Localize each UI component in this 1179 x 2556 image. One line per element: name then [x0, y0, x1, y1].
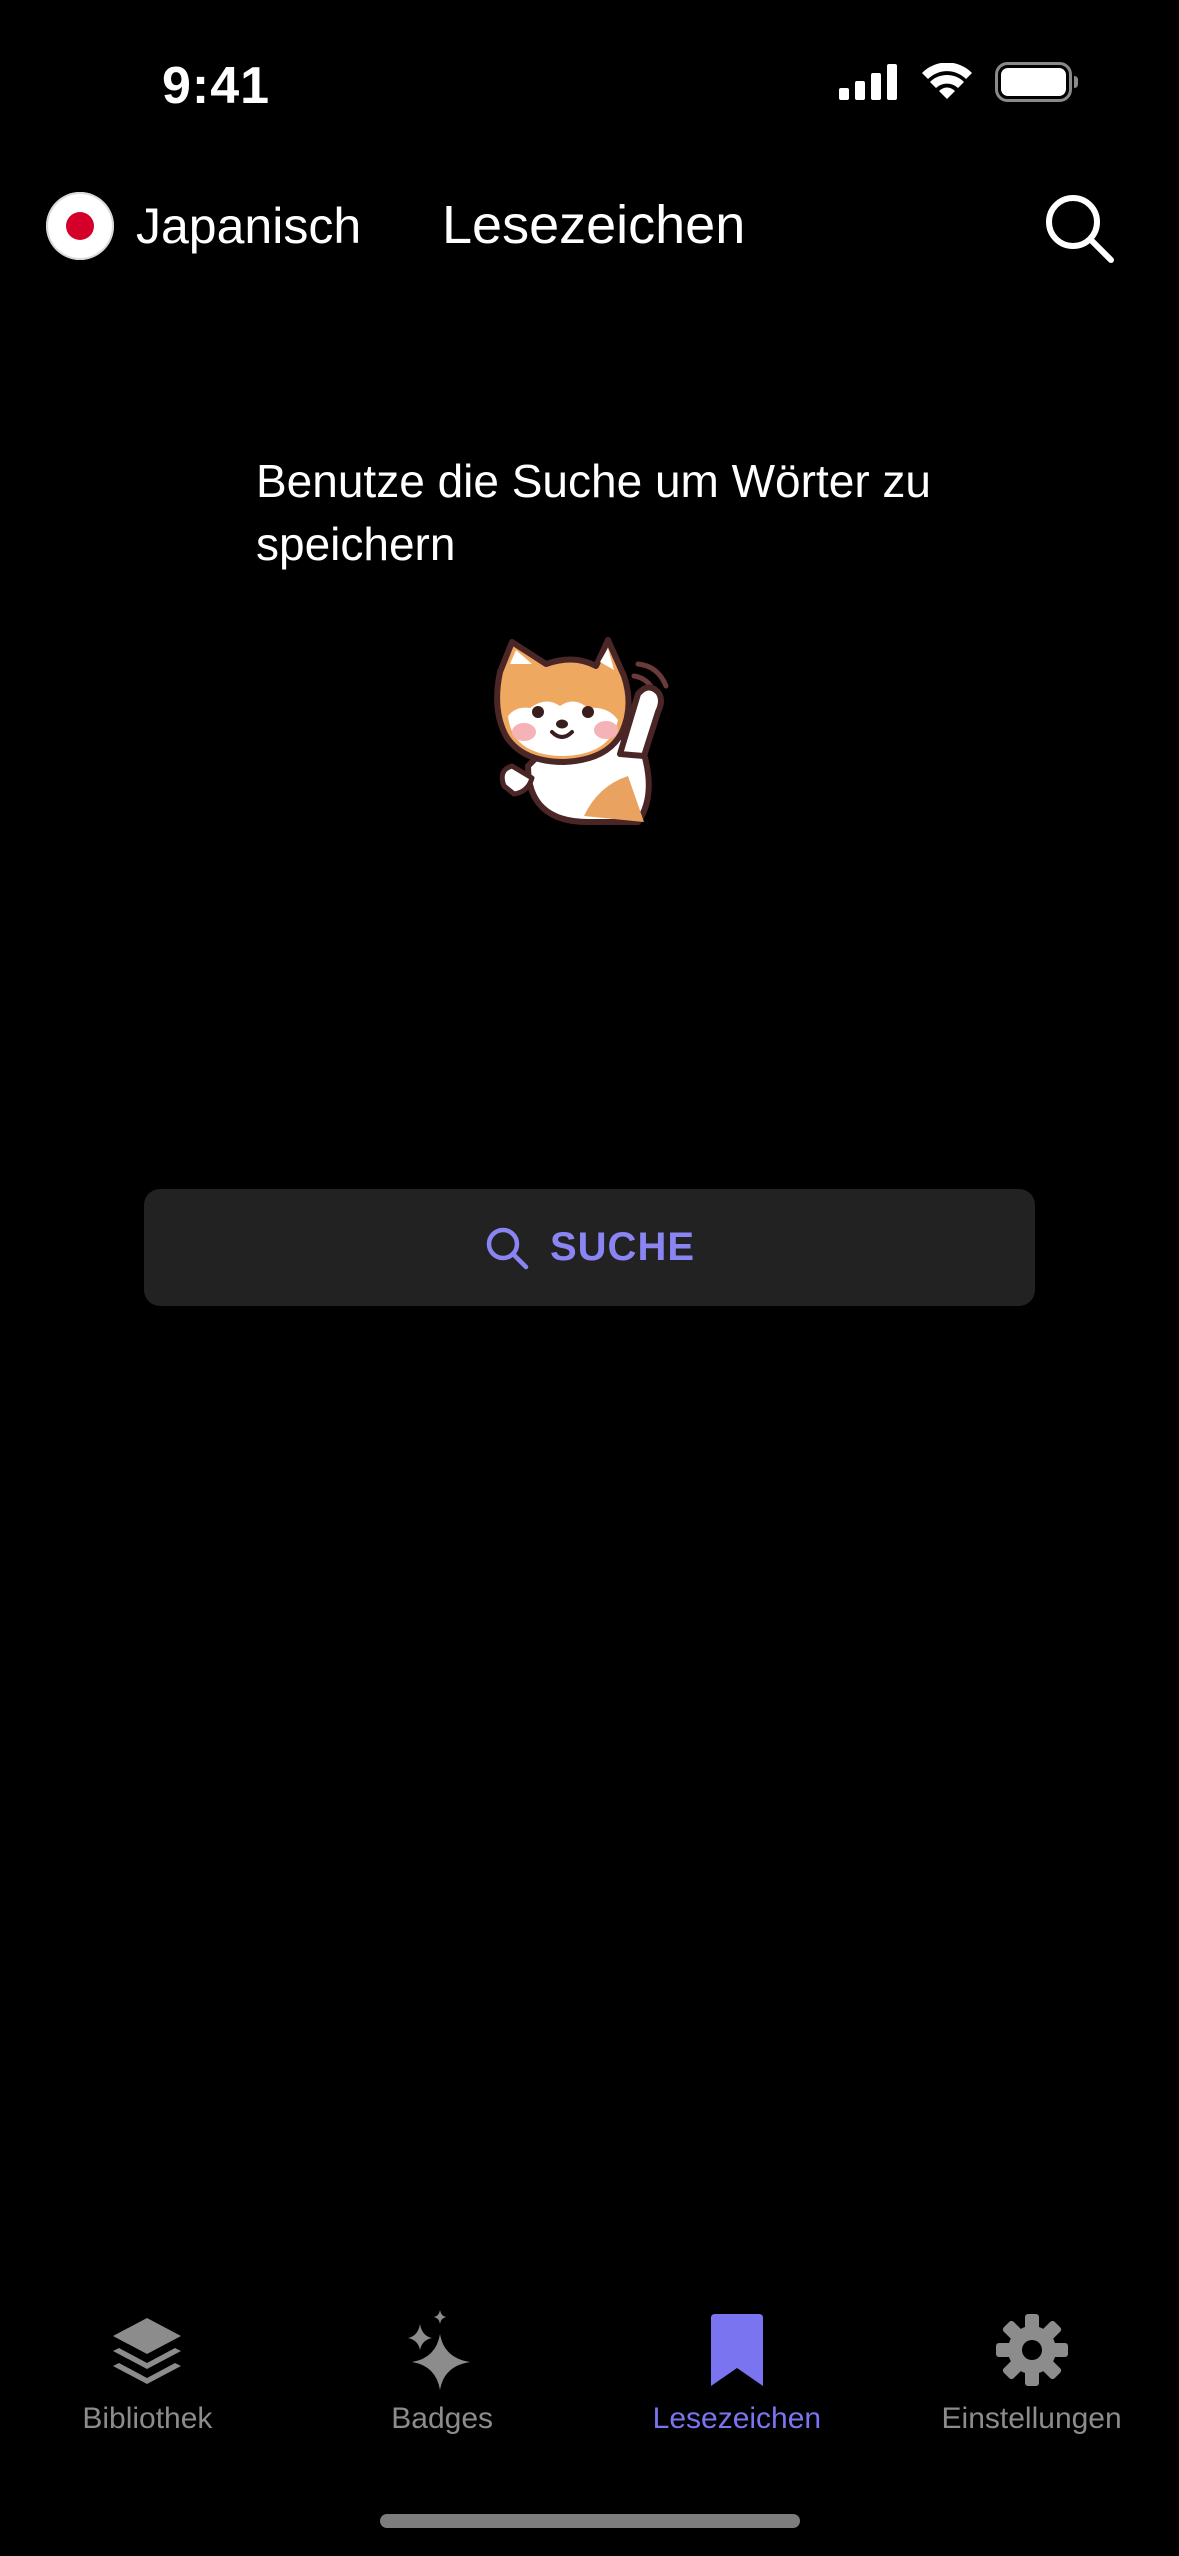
tab-bar: Bibliothek Badges Lesezeichen Einstellun… — [0, 2310, 1179, 2460]
cellular-signal-icon — [839, 64, 897, 100]
language-selector[interactable]: Japanisch — [46, 192, 361, 260]
search-icon — [1046, 195, 1114, 263]
status-time: 9:41 — [162, 57, 271, 115]
flag-sun-dot — [66, 212, 94, 240]
status-icons — [839, 62, 1079, 102]
page-title: Lesezeichen — [442, 195, 746, 255]
home-indicator[interactable] — [380, 2514, 800, 2528]
tab-bibliothek[interactable]: Bibliothek — [0, 2310, 295, 2460]
tab-label: Einstellungen — [941, 2402, 1122, 2435]
wifi-icon — [922, 63, 972, 99]
tab-label: Badges — [391, 2402, 493, 2435]
japan-flag-icon — [46, 192, 114, 260]
tab-einstellungen[interactable]: Einstellungen — [884, 2310, 1179, 2460]
search-button[interactable]: SUCHE — [144, 1189, 1035, 1306]
tab-label: Lesezeichen — [652, 2402, 822, 2435]
bookmark-icon — [697, 2310, 777, 2390]
shiba-inu-mascot-illustration — [494, 637, 669, 825]
status-bar: 9:41 — [0, 0, 1179, 150]
layers-icon — [107, 2310, 187, 2390]
search-icon — [486, 1227, 529, 1269]
empty-state-message: Benutze die Suche um Wörter zu speichern — [256, 455, 931, 570]
battery-icon — [995, 62, 1078, 102]
gear-icon — [992, 2310, 1072, 2390]
header: Japanisch Lesezeichen — [0, 180, 1179, 272]
tab-label: Bibliothek — [82, 2402, 213, 2435]
header-search-button[interactable] — [1041, 190, 1117, 266]
tab-lesezeichen[interactable]: Lesezeichen — [590, 2310, 885, 2460]
language-label: Japanisch — [136, 198, 362, 254]
sparkles-icon — [402, 2310, 482, 2390]
tab-badges[interactable]: Badges — [295, 2310, 590, 2460]
search-button-label: SUCHE — [549, 1225, 696, 1269]
